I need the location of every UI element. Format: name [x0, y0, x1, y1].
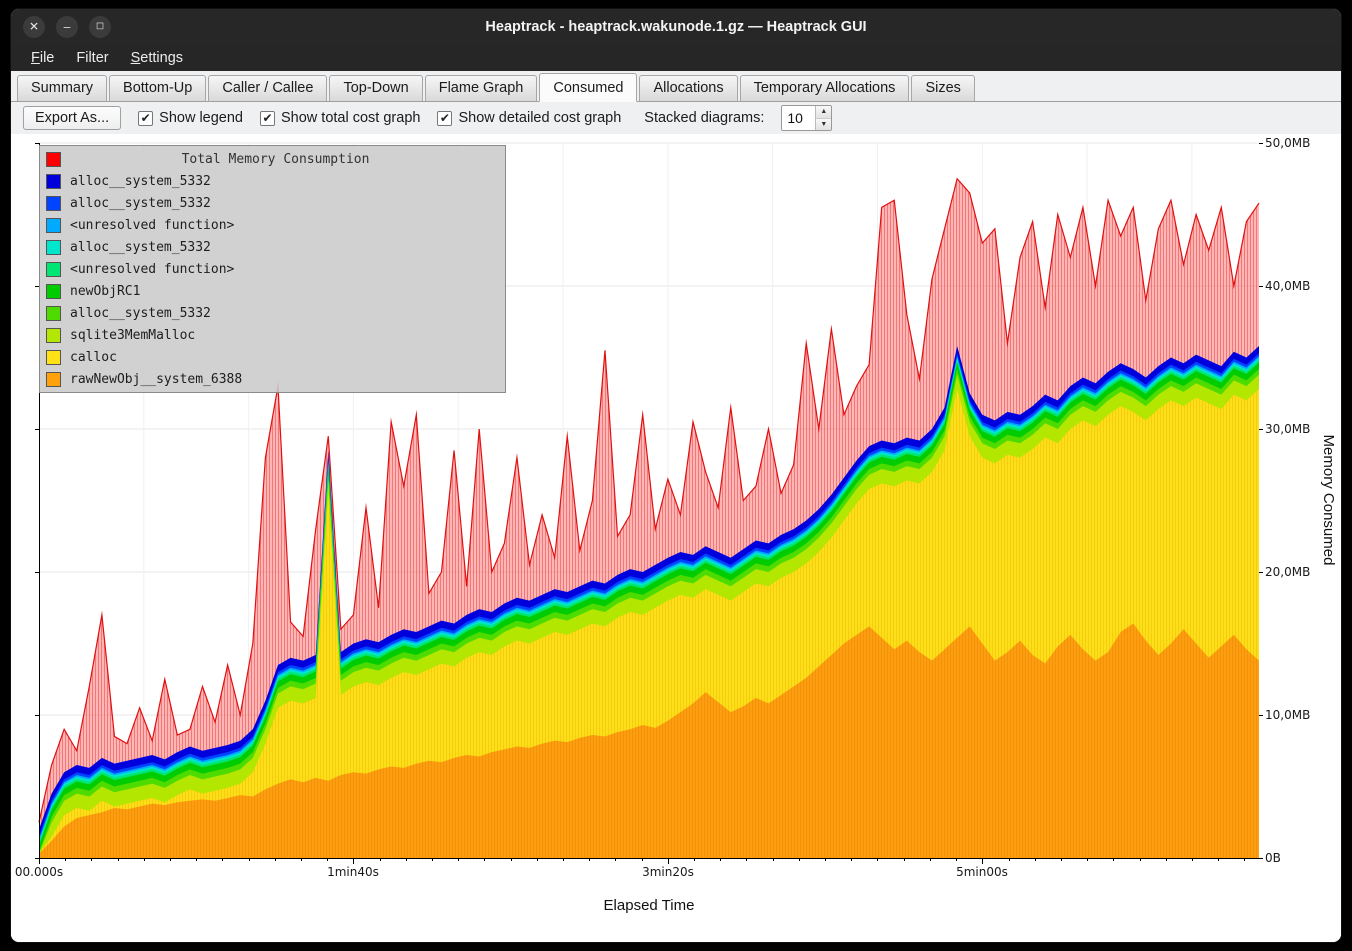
- checkbox-box[interactable]: ✔: [437, 111, 452, 126]
- legend-item: alloc__system_5332: [40, 302, 505, 324]
- y-axis-tick-label: 30,0MB: [1265, 422, 1310, 436]
- x-axis-title: Elapsed Time: [604, 897, 695, 914]
- spin-up-button[interactable]: ▲: [816, 106, 831, 119]
- legend-item: rawNewObj__system_6388: [40, 368, 505, 390]
- tab-allocations[interactable]: Allocations: [639, 75, 737, 102]
- checkbox-label: Show legend: [159, 110, 243, 126]
- close-button[interactable]: ✕: [23, 16, 45, 38]
- legend-swatch: [46, 174, 61, 189]
- checkmark-icon: ✔: [440, 112, 450, 124]
- tab-bar: Summary Bottom-Up Caller / Callee Top-Do…: [11, 71, 1341, 102]
- show-legend-checkbox[interactable]: ✔ Show legend: [138, 110, 243, 126]
- minimize-button[interactable]: –: [56, 16, 78, 38]
- checkbox-box[interactable]: ✔: [260, 111, 275, 126]
- x-axis-tick-label: 5min00s: [956, 865, 1008, 879]
- titlebar[interactable]: ✕ – ◻ Heaptrack - heaptrack.wakunode.1.g…: [11, 9, 1341, 45]
- legend-swatch: [46, 350, 61, 365]
- tab-caller-callee[interactable]: Caller / Callee: [208, 75, 327, 102]
- legend-swatch: [46, 218, 61, 233]
- menu-filter[interactable]: Filter: [66, 47, 118, 69]
- tab-top-down[interactable]: Top-Down: [329, 75, 422, 102]
- spin-up-icon: ▲: [820, 108, 827, 115]
- toolbar: Export As... ✔ Show legend ✔ Show total …: [11, 102, 1341, 134]
- legend-swatch: [46, 372, 61, 387]
- legend-item: alloc__system_5332: [40, 170, 505, 192]
- maximize-button[interactable]: ◻: [89, 16, 111, 38]
- x-axis-tick-label: 00.000s: [15, 865, 63, 879]
- tab-sizes[interactable]: Sizes: [911, 75, 974, 102]
- menu-file[interactable]: File: [21, 47, 64, 69]
- legend-title-row: Total Memory Consumption: [40, 148, 505, 170]
- legend-item: calloc: [40, 346, 505, 368]
- legend-swatch: [46, 240, 61, 255]
- minimize-icon: –: [64, 21, 71, 33]
- y-axis-tick-label: 0B: [1265, 851, 1281, 865]
- y-axis-tick-label: 10,0MB: [1265, 708, 1310, 722]
- checkbox-label: Show total cost graph: [281, 110, 420, 126]
- maximize-icon: ◻: [96, 22, 104, 32]
- legend-title: Total Memory Consumption: [70, 152, 481, 167]
- legend-swatch: [46, 196, 61, 211]
- chart-area: Total Memory Consumption alloc__system_5…: [11, 134, 1341, 943]
- y-axis-tick-label: 20,0MB: [1265, 565, 1310, 579]
- x-axis-tick-label: 3min20s: [642, 865, 694, 879]
- legend-swatch: [46, 262, 61, 277]
- window-title: Heaptrack - heaptrack.wakunode.1.gz — He…: [485, 19, 866, 35]
- stacked-diagrams-label: Stacked diagrams:: [644, 110, 764, 126]
- spin-down-icon: ▼: [820, 121, 827, 128]
- chart-legend: Total Memory Consumption alloc__system_5…: [39, 145, 506, 393]
- legend-swatch: [46, 306, 61, 321]
- legend-swatch-total: [46, 152, 61, 167]
- spin-down-button[interactable]: ▼: [816, 119, 831, 131]
- tab-consumed[interactable]: Consumed: [539, 73, 637, 102]
- legend-item: alloc__system_5332: [40, 236, 505, 258]
- y-axis-title: Memory Consumed: [1320, 435, 1337, 566]
- window-controls: ✕ – ◻: [23, 9, 111, 45]
- tab-flame-graph[interactable]: Flame Graph: [425, 75, 538, 102]
- legend-item: <unresolved function>: [40, 258, 505, 280]
- menu-settings[interactable]: Settings: [121, 47, 193, 69]
- tab-temporary-allocations[interactable]: Temporary Allocations: [740, 75, 910, 102]
- legend-item: alloc__system_5332: [40, 192, 505, 214]
- legend-item: newObjRC1: [40, 280, 505, 302]
- checkbox-box[interactable]: ✔: [138, 111, 153, 126]
- close-icon: ✕: [29, 21, 39, 33]
- y-axis-tick-label: 40,0MB: [1265, 279, 1310, 293]
- legend-item: sqlite3MemMalloc: [40, 324, 505, 346]
- y-axis-tick-label: 50,0MB: [1265, 136, 1310, 150]
- heaptrack-window: ✕ – ◻ Heaptrack - heaptrack.wakunode.1.g…: [10, 8, 1342, 943]
- legend-item: <unresolved function>: [40, 214, 505, 236]
- show-total-cost-checkbox[interactable]: ✔ Show total cost graph: [260, 110, 420, 126]
- stacked-diagrams-input[interactable]: [782, 106, 815, 130]
- export-as-button[interactable]: Export As...: [23, 106, 121, 130]
- legend-swatch: [46, 284, 61, 299]
- x-axis-tick-label: 1min40s: [327, 865, 379, 879]
- show-detailed-cost-checkbox[interactable]: ✔ Show detailed cost graph: [437, 110, 621, 126]
- menubar: File Filter Settings: [11, 45, 1341, 71]
- stacked-diagrams-spinbox: ▲ ▼: [781, 105, 832, 131]
- checkmark-icon: ✔: [141, 112, 151, 124]
- checkbox-label: Show detailed cost graph: [458, 110, 621, 126]
- tab-bottom-up[interactable]: Bottom-Up: [109, 75, 206, 102]
- tab-summary[interactable]: Summary: [17, 75, 107, 102]
- checkmark-icon: ✔: [262, 112, 272, 124]
- legend-swatch: [46, 328, 61, 343]
- spin-arrows: ▲ ▼: [815, 106, 831, 130]
